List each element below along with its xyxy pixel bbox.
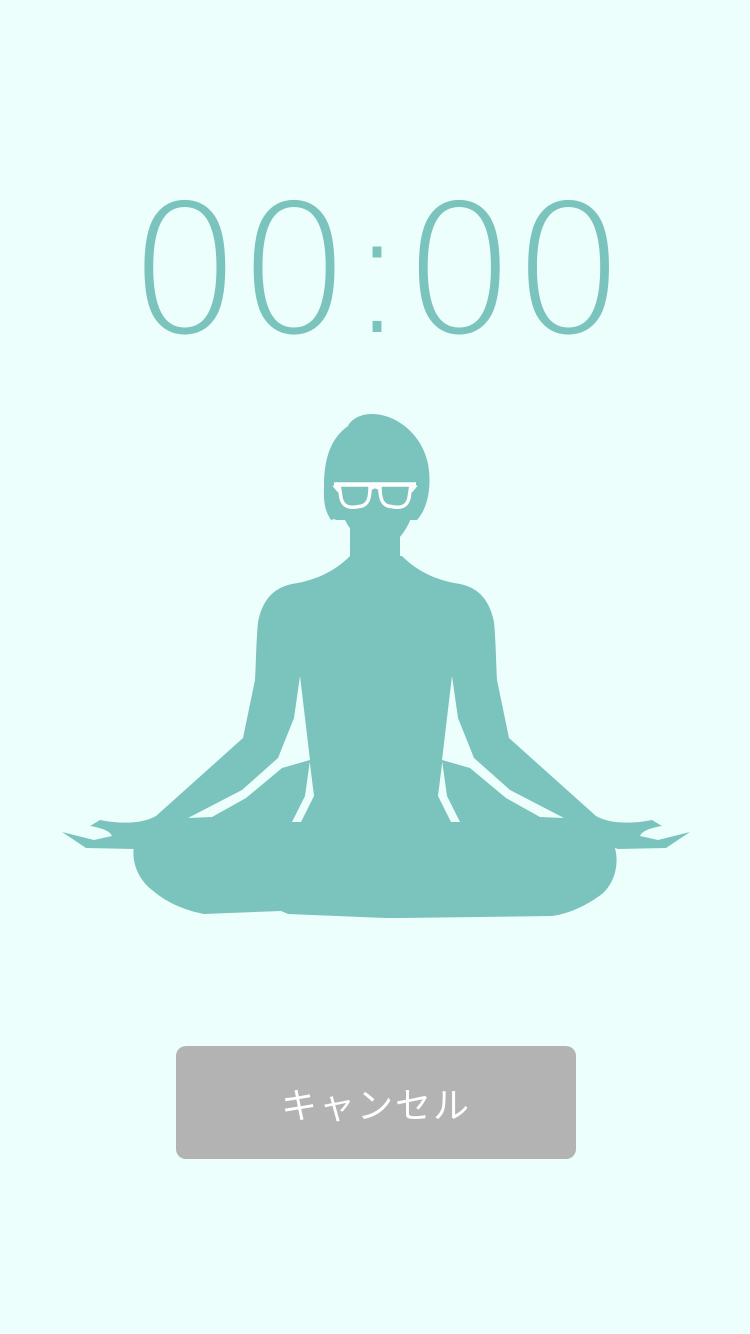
timer-display: 00:00 — [128, 167, 626, 374]
cancel-button[interactable]: キャンセル — [176, 1046, 576, 1159]
meditating-person-icon — [56, 408, 696, 928]
